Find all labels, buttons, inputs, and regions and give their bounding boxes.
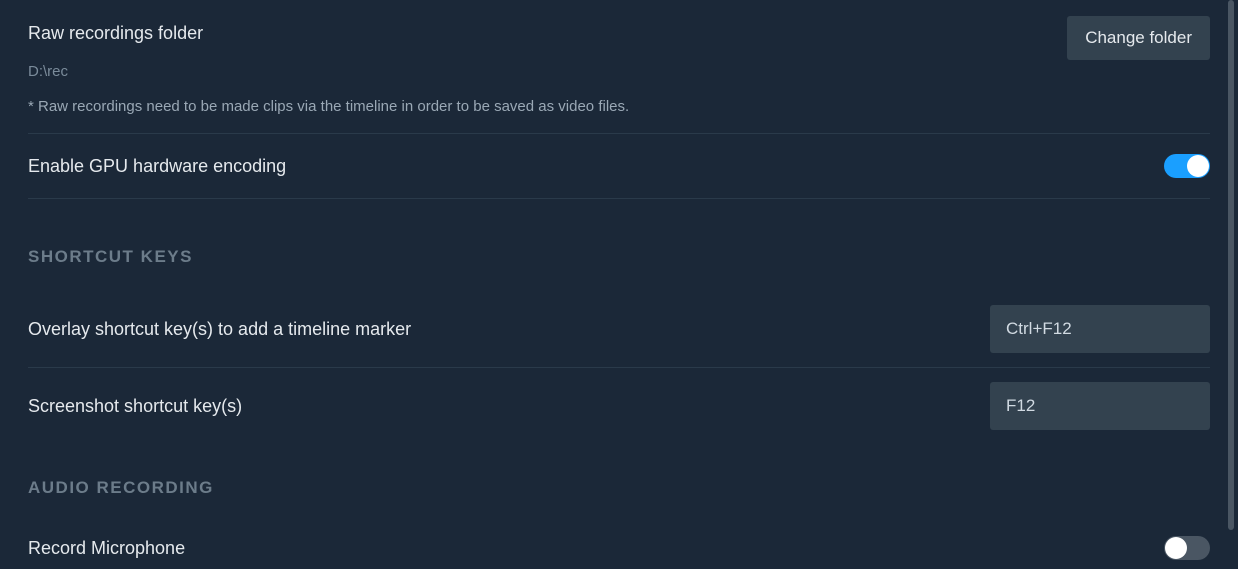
audio-recording-header: AUDIO RECORDING — [28, 478, 1210, 498]
toggle-knob — [1165, 537, 1187, 559]
gpu-encoding-title: Enable GPU hardware encoding — [28, 155, 286, 178]
record-microphone-header: Record Microphone — [28, 536, 1210, 560]
toggle-knob — [1187, 155, 1209, 177]
record-microphone-title: Record Microphone — [28, 537, 185, 560]
raw-recordings-folder-row: Raw recordings folder D:\rec * Raw recor… — [28, 12, 1210, 134]
record-microphone-toggle[interactable] — [1164, 536, 1210, 560]
screenshot-shortcut-label: Screenshot shortcut key(s) — [28, 395, 242, 418]
raw-recordings-folder-info: Raw recordings folder D:\rec * Raw recor… — [28, 16, 1067, 117]
shortcut-keys-header: SHORTCUT KEYS — [28, 247, 1210, 267]
record-microphone-row: Record Microphone Enables recording of y… — [28, 522, 1210, 569]
settings-panel: Raw recordings folder D:\rec * Raw recor… — [0, 0, 1238, 569]
gpu-encoding-toggle[interactable] — [1164, 154, 1210, 178]
screenshot-shortcut-input[interactable] — [990, 382, 1210, 430]
scrollbar-thumb[interactable] — [1228, 0, 1234, 530]
timeline-marker-shortcut-row: Overlay shortcut key(s) to add a timelin… — [28, 291, 1210, 368]
timeline-marker-shortcut-input[interactable] — [990, 305, 1210, 353]
raw-recordings-folder-path: D:\rec — [28, 63, 1067, 80]
change-folder-button[interactable]: Change folder — [1067, 16, 1210, 60]
screenshot-shortcut-row: Screenshot shortcut key(s) — [28, 368, 1210, 430]
scrollbar-track[interactable] — [1228, 0, 1234, 569]
raw-recordings-folder-title: Raw recordings folder — [28, 22, 1067, 45]
raw-recordings-folder-hint: * Raw recordings need to be made clips v… — [28, 96, 1067, 117]
gpu-encoding-row: Enable GPU hardware encoding — [28, 134, 1210, 199]
timeline-marker-shortcut-label: Overlay shortcut key(s) to add a timelin… — [28, 318, 411, 341]
